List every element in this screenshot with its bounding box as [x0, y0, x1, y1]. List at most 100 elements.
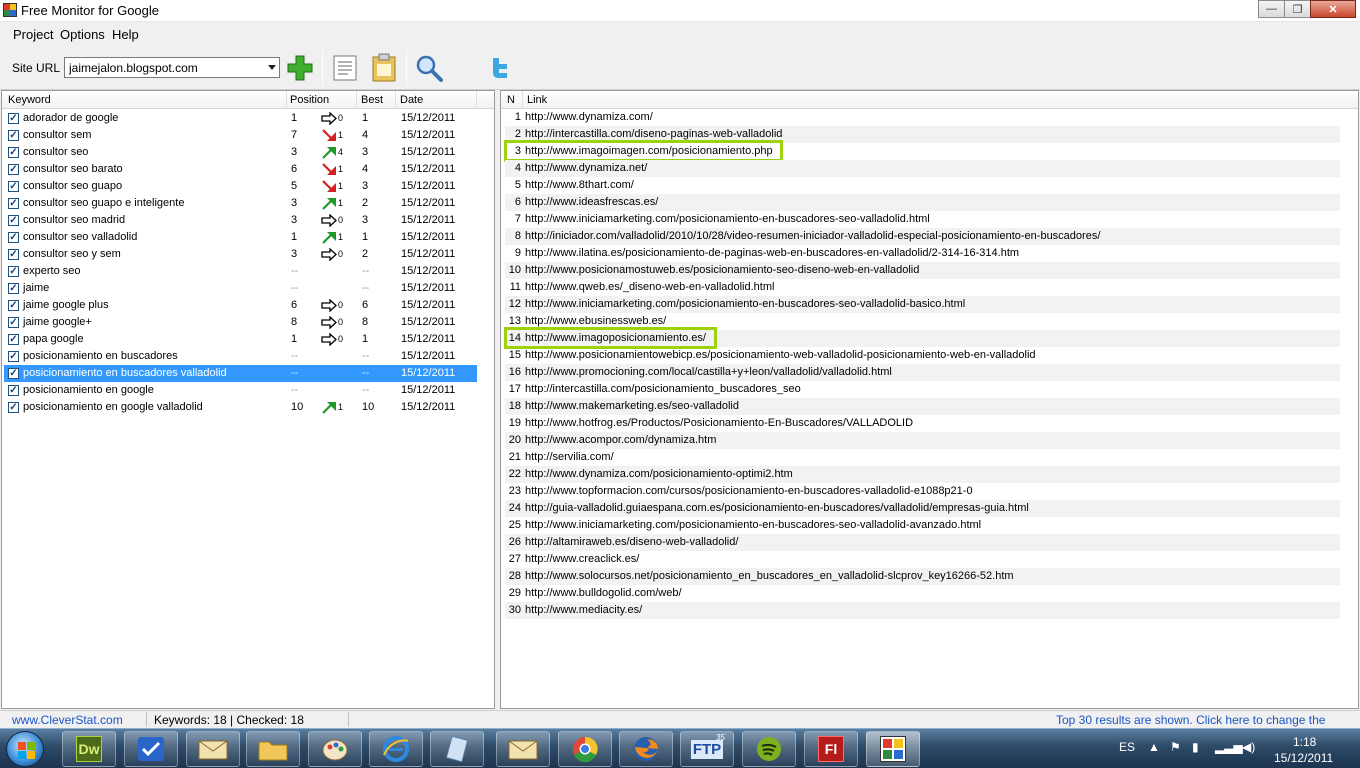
keyword-checkbox[interactable]: ✓ [8, 147, 19, 158]
keyword-row[interactable]: ✓ posicionamiento en google -- -- 15/12/2011 [4, 382, 477, 399]
keyword-row[interactable]: ✓ consultor sem 7 1 4 15/12/2011 [4, 127, 477, 144]
taskbar-email-2[interactable] [496, 731, 550, 767]
keyword-row[interactable]: ✓ papa google 1 0 1 15/12/2011 [4, 331, 477, 348]
result-row[interactable]: 26 http://altamiraweb.es/diseno-web-valla… [505, 534, 1340, 551]
result-link[interactable]: http://iniciador.com/valladolid/2010/10/… [525, 230, 1100, 242]
result-row[interactable]: 9 http://www.ilatina.es/posicionamiento-d… [505, 245, 1340, 262]
clock-time[interactable]: 1:18 [1293, 735, 1316, 749]
result-link[interactable]: http://www.hotfrog.es/Productos/Posicion… [525, 417, 913, 429]
keyword-row[interactable]: ✓ consultor seo guapo 5 1 3 15/12/2011 [4, 178, 477, 195]
keyword-row[interactable]: ✓ consultor seo 3 4 3 15/12/2011 [4, 144, 477, 161]
search-icon[interactable] [414, 53, 444, 83]
result-link[interactable]: http://www.posicionamientowebicp.es/posi… [525, 349, 1036, 361]
result-row[interactable]: 18 http://www.makemarketing.es/seo-vallad… [505, 398, 1340, 415]
result-row[interactable]: 23 http://www.topformacion.com/cursos/pos… [505, 483, 1340, 500]
minimize-button[interactable]: — [1258, 0, 1285, 18]
result-link[interactable]: http://intercastilla.com/diseno-paginas-… [525, 128, 782, 140]
keyword-row[interactable]: ✓ adorador de google 1 0 1 15/12/2011 [4, 110, 477, 127]
keyword-row[interactable]: ✓ consultor seo madrid 3 0 3 15/12/2011 [4, 212, 477, 229]
keyword-row[interactable]: ✓ posicionamiento en google valladolid 10 1… [4, 399, 477, 416]
result-row[interactable]: 19 http://www.hotfrog.es/Productos/Posici… [505, 415, 1340, 432]
result-link[interactable]: http://www.bulldogolid.com/web/ [525, 587, 682, 599]
result-row[interactable]: 11 http://www.qweb.es/_diseno-web-en-vall… [505, 279, 1340, 296]
result-row[interactable]: 30 http://www.mediacity.es/ [505, 602, 1340, 619]
result-link[interactable]: http://guia-valladolid.guiaespana.com.es… [525, 502, 1029, 514]
result-row[interactable]: 17 http://intercastilla.com/posicionamien… [505, 381, 1340, 398]
keyword-checkbox[interactable]: ✓ [8, 232, 19, 243]
keyword-checkbox[interactable]: ✓ [8, 130, 19, 141]
result-link[interactable]: http://www.ilatina.es/posicionamiento-de… [525, 247, 1019, 259]
result-link[interactable]: http://altamiraweb.es/diseno-web-vallado… [525, 536, 738, 548]
keyword-row[interactable]: ✓ jaime google+ 8 0 8 15/12/2011 [4, 314, 477, 331]
taskbar-dreamweaver[interactable]: Dw [62, 731, 116, 767]
taskbar-notepad[interactable] [430, 731, 484, 767]
keyword-checkbox[interactable]: ✓ [8, 113, 19, 124]
result-row[interactable]: 5 http://www.8thart.com/ [505, 177, 1340, 194]
taskbar-paint[interactable] [308, 731, 362, 767]
maximize-button[interactable]: ❐ [1284, 0, 1311, 18]
keyword-checkbox[interactable]: ✓ [8, 368, 19, 379]
taskbar-tasks[interactable] [124, 731, 178, 767]
result-row[interactable]: 12 http://www.iniciamarketing.com/posicio… [505, 296, 1340, 313]
result-row[interactable]: 6 http://www.ideasfrescas.es/ [505, 194, 1340, 211]
keyword-checkbox[interactable]: ✓ [8, 317, 19, 328]
result-row[interactable]: 8 http://iniciador.com/valladolid/2010/10… [505, 228, 1340, 245]
taskbar-firefox[interactable] [619, 731, 673, 767]
keyword-row[interactable]: ✓ jaime google plus 6 0 6 15/12/2011 [4, 297, 477, 314]
chevron-down-icon[interactable] [268, 65, 276, 70]
result-link[interactable]: http://www.dynamiza.com/posicionamiento-… [525, 468, 793, 480]
result-link[interactable]: http://www.iniciamarketing.com/posiciona… [525, 213, 930, 225]
keyword-checkbox[interactable]: ✓ [8, 181, 19, 192]
result-link[interactable]: http://www.mediacity.es/ [525, 604, 642, 616]
result-row[interactable]: 27 http://www.creaclick.es/ [505, 551, 1340, 568]
keyword-checkbox[interactable]: ✓ [8, 266, 19, 277]
twitter-icon[interactable] [483, 53, 513, 83]
result-link[interactable]: http://www.iniciamarketing.com/posiciona… [525, 519, 981, 531]
result-row[interactable]: 21 http://servilia.com/ [505, 449, 1340, 466]
keyword-row[interactable]: ✓ experto seo -- -- 15/12/2011 [4, 263, 477, 280]
result-row[interactable]: 10 http://www.posicionamostuweb.es/posici… [505, 262, 1340, 279]
keyword-row[interactable]: ✓ consultor seo valladolid 1 1 1 15/12/2011 [4, 229, 477, 246]
column-date[interactable]: Date [396, 94, 423, 111]
keyword-checkbox[interactable]: ✓ [8, 334, 19, 345]
result-link[interactable]: http://www.makemarketing.es/seo-valladol… [525, 400, 739, 412]
volume-icon[interactable]: ◀) [1242, 740, 1255, 754]
keyword-checkbox[interactable]: ✓ [8, 283, 19, 294]
cleverstat-link[interactable]: www.CleverStat.com [12, 713, 123, 727]
taskbar-explorer[interactable] [246, 731, 300, 767]
keyword-checkbox[interactable]: ✓ [8, 351, 19, 362]
result-row[interactable]: 28 http://www.solocursos.net/posicionamie… [505, 568, 1340, 585]
result-row[interactable]: 20 http://www.acompor.com/dynamiza.htm [505, 432, 1340, 449]
column-best[interactable]: Best [357, 94, 383, 111]
menu-help[interactable]: Help [112, 27, 139, 42]
result-row[interactable]: 4 http://www.dynamiza.net/ [505, 160, 1340, 177]
taskbar-chrome[interactable] [558, 731, 612, 767]
taskbar-email[interactable] [186, 731, 240, 767]
column-position[interactable]: Position [286, 94, 329, 111]
result-row[interactable]: 15 http://www.posicionamientowebicp.es/po… [505, 347, 1340, 364]
result-link[interactable]: http://www.ideasfrescas.es/ [525, 196, 658, 208]
result-row[interactable]: 16 http://www.promocioning.com/local/cast… [505, 364, 1340, 381]
keyword-row[interactable]: ✓ consultor seo y sem 3 0 2 15/12/2011 [4, 246, 477, 263]
taskbar-spotify[interactable] [742, 731, 796, 767]
result-link[interactable]: http://www.posicionamostuweb.es/posicion… [525, 264, 919, 276]
clipboard-icon[interactable] [369, 53, 399, 83]
network-icon[interactable]: ▂▃▅ [1215, 740, 1243, 754]
keyword-checkbox[interactable]: ✓ [8, 385, 19, 396]
keyword-checkbox[interactable]: ✓ [8, 164, 19, 175]
keyword-checkbox[interactable]: ✓ [8, 215, 19, 226]
column-keyword[interactable]: Keyword [4, 94, 51, 111]
keyword-row[interactable]: ✓ consultor seo guapo e inteligente 3 1 2 15/… [4, 195, 477, 212]
language-indicator[interactable]: ES [1119, 740, 1135, 754]
result-row[interactable]: 24 http://guia-valladolid.guiaespana.com.… [505, 500, 1340, 517]
result-link[interactable]: http://www.solocursos.net/posicionamient… [525, 570, 1014, 582]
taskbar-free-monitor[interactable] [866, 731, 920, 767]
keyword-checkbox[interactable]: ✓ [8, 402, 19, 413]
taskbar-ftp[interactable]: FTP 35 [680, 731, 734, 767]
result-link[interactable]: http://www.acompor.com/dynamiza.htm [525, 434, 716, 446]
result-link[interactable]: http://www.iniciamarketing.com/posiciona… [525, 298, 965, 310]
chevron-up-icon[interactable]: ▲ [1148, 740, 1160, 754]
add-keyword-icon[interactable] [285, 53, 315, 83]
site-url-select[interactable]: jaimejalon.blogspot.com [64, 57, 280, 78]
flag-icon[interactable]: ⚑ [1170, 740, 1181, 754]
